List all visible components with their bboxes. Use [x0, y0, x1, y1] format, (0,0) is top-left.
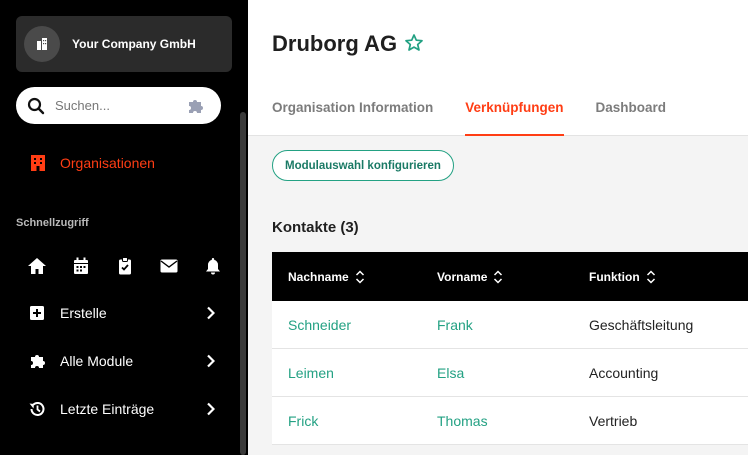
search-box: [16, 87, 221, 124]
star-icon[interactable]: [404, 33, 424, 53]
sort-icon: [493, 269, 503, 284]
calendar-icon: [74, 257, 88, 274]
cell-funktion: Accounting: [589, 364, 659, 381]
tab-links[interactable]: Verknüpfungen: [465, 100, 564, 136]
table-row: Leimen Elsa Accounting: [272, 349, 748, 397]
menu-item-create[interactable]: Erstelle: [28, 301, 218, 325]
table-row: Frick Thomas Vertrieb: [272, 397, 748, 445]
menu-item-recent-entries-label: Letzte Einträge: [60, 401, 155, 417]
tab-organisation-information[interactable]: Organisation Information: [272, 100, 433, 136]
menu-item-all-modules-label: Alle Module: [60, 353, 134, 369]
bell-icon: [206, 258, 220, 275]
cell-nachname[interactable]: Leimen: [272, 365, 437, 381]
column-header-nachname[interactable]: Nachname: [272, 270, 437, 284]
puzzle-icon: [31, 355, 45, 368]
main-content: Druborg AG Organisation Information Verk…: [248, 0, 748, 455]
cell-nachname[interactable]: Frick: [272, 413, 437, 429]
cell-vorname[interactable]: Frank: [437, 317, 589, 333]
configure-modules-button[interactable]: Modulauswahl konfigurieren: [272, 150, 454, 181]
menu-item-create-label: Erstelle: [60, 305, 107, 321]
chevron-right-icon: [206, 306, 218, 320]
menu-item-all-modules[interactable]: Alle Module: [28, 349, 218, 373]
company-avatar: [24, 26, 60, 62]
column-header-label: Vorname: [437, 269, 488, 284]
column-header-funktion[interactable]: Funktion: [589, 270, 748, 284]
tasks-button[interactable]: [114, 256, 136, 276]
record-header: Druborg AG Organisation Information Verk…: [248, 0, 748, 136]
building-icon: [31, 155, 45, 171]
nav-organisations-label: Organisationen: [60, 155, 155, 171]
chevron-right-icon: [206, 402, 218, 416]
chevron-right-icon: [206, 354, 218, 368]
contacts-table: Nachname Vorname Funktion Schneider Fran…: [272, 252, 748, 445]
nav-organisations[interactable]: Organisationen: [30, 154, 155, 172]
plus-square-icon: [30, 306, 44, 320]
page-title: Druborg AG: [272, 31, 398, 56]
building-icon: [37, 38, 47, 50]
notifications-button[interactable]: [202, 256, 224, 276]
quick-access-bar: [26, 256, 246, 276]
menu-item-recent-entries[interactable]: Letzte Einträge: [28, 397, 218, 421]
search-input[interactable]: [55, 98, 173, 113]
home-button[interactable]: [26, 256, 48, 276]
sidebar-scrollbar[interactable]: [238, 0, 248, 455]
cell-nachname[interactable]: Schneider: [272, 317, 437, 333]
table-header: Nachname Vorname Funktion: [272, 252, 748, 301]
cell-funktion: Vertrieb: [589, 412, 638, 429]
tab-dashboard[interactable]: Dashboard: [596, 100, 667, 136]
quick-access-title: Schnellzugriff: [16, 217, 89, 229]
tab-bar: Organisation Information Verknüpfungen D…: [272, 100, 698, 136]
clipboard-check-icon: [119, 257, 131, 275]
sidebar-scroll-thumb[interactable]: [240, 112, 246, 455]
contacts-title: Kontakte (3): [272, 219, 359, 236]
module-search-button[interactable]: [185, 96, 207, 116]
search-icon: [27, 97, 45, 114]
history-icon: [29, 402, 45, 416]
cell-vorname[interactable]: Elsa: [437, 365, 589, 381]
company-switcher[interactable]: Your Company GmbH: [16, 16, 232, 72]
column-header-label: Nachname: [288, 269, 349, 284]
column-header-vorname[interactable]: Vorname: [437, 270, 589, 284]
mail-button[interactable]: [158, 256, 180, 276]
table-row: Schneider Frank Geschäftsleitung: [272, 301, 748, 349]
cell-funktion: Geschäftsleitung: [589, 316, 694, 333]
company-name: Your Company GmbH: [72, 37, 196, 51]
home-icon: [28, 258, 46, 274]
puzzle-icon: [189, 100, 203, 113]
sort-icon: [646, 269, 656, 284]
cell-vorname[interactable]: Thomas: [437, 413, 589, 429]
sort-icon: [355, 269, 365, 284]
calendar-button[interactable]: [70, 256, 92, 276]
column-header-label: Funktion: [589, 269, 640, 284]
sidebar: Your Company GmbH Organisationen Schnell…: [0, 0, 238, 455]
mail-icon: [160, 259, 178, 273]
